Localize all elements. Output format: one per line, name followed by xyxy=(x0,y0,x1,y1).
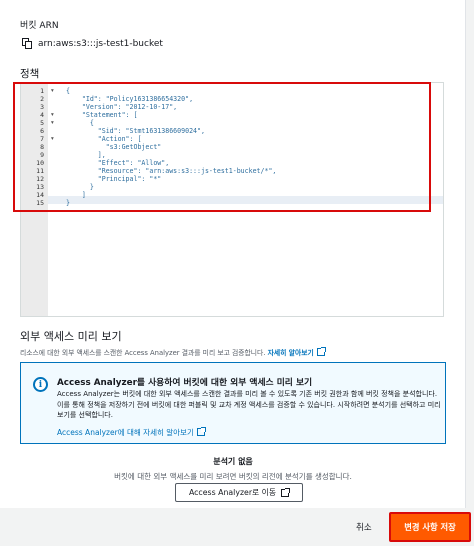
info-title: Access Analyzer를 사용하여 버킷에 대한 외부 액세스 미리 보… xyxy=(57,378,313,388)
code-line[interactable]: { xyxy=(66,87,70,95)
info-learn-more[interactable]: Access Analyzer에 대해 자세히 알아보기 xyxy=(57,427,206,438)
line-number: 8 xyxy=(40,143,44,151)
code-line[interactable]: ], xyxy=(66,151,106,159)
bucket-policy-panel: 버킷 ARN arn:aws:s3:::js-test1-bucket 정책 1… xyxy=(0,0,466,508)
save-changes-button[interactable]: 변경 사항 저장 xyxy=(389,512,471,542)
line-number: 2 xyxy=(40,95,44,103)
access-analyzer-info-box: i Access Analyzer를 사용하여 버킷에 대한 외부 액세스 미리… xyxy=(20,362,446,444)
code-line[interactable]: } xyxy=(66,199,70,207)
fold-toggle-icon[interactable]: ▾ xyxy=(51,88,54,94)
no-analyzer-title: 분석기 없음 xyxy=(213,457,253,466)
external-link-icon xyxy=(316,347,326,356)
go-to-access-analyzer-label: Access Analyzer로 이동 xyxy=(188,488,277,497)
code-line[interactable]: "Action": [ xyxy=(66,135,142,143)
external-link-icon xyxy=(281,487,291,497)
policy-title: 정책 xyxy=(20,68,40,80)
line-number: 7 xyxy=(40,135,44,143)
line-number: 6 xyxy=(40,127,44,135)
code-line[interactable]: "Effect": "Allow", xyxy=(66,159,169,167)
line-number: 9 xyxy=(40,151,44,159)
info-body: Access Analyzer는 버킷에 대한 외부 액세스를 스캔한 결과를 … xyxy=(57,390,441,419)
code-line[interactable]: "s3:GetObject" xyxy=(66,143,162,151)
copy-icon[interactable] xyxy=(22,38,32,49)
line-number: 15 xyxy=(36,199,44,207)
policy-editor[interactable]: 1 2 3 4 5 6 7 8 9 10 11 12 13 14 15 { "Id": "Policy163… xyxy=(20,82,444,317)
no-analyzer-description: 버킷에 대한 외부 액세스를 미리 보려면 버킷의 리전에 분석기를 생성합니다… xyxy=(114,472,352,481)
go-to-access-analyzer-button[interactable]: Access Analyzer로 이동 xyxy=(175,483,303,502)
bucket-arn-row: arn:aws:s3:::js-test1-bucket xyxy=(22,38,163,49)
code-line[interactable]: "Version": "2012-10-17", xyxy=(66,103,177,111)
code-line[interactable]: } xyxy=(66,183,94,191)
line-number: 5 xyxy=(40,119,44,127)
bucket-arn-label: 버킷 ARN xyxy=(20,21,59,31)
line-number: 1 xyxy=(40,87,44,95)
bucket-arn-value: arn:aws:s3:::js-test1-bucket xyxy=(38,38,163,49)
cancel-button[interactable]: 취소 xyxy=(356,521,372,533)
code-line[interactable]: { xyxy=(66,119,94,127)
line-number: 3 xyxy=(40,103,44,111)
editor-active-line xyxy=(48,196,443,204)
info-learn-more-link[interactable]: Access Analyzer에 대해 자세히 알아보기 xyxy=(57,428,194,437)
code-line[interactable]: "Statement": [ xyxy=(66,111,138,119)
line-number: 13 xyxy=(36,183,44,191)
line-number: 4 xyxy=(40,111,44,119)
line-number: 14 xyxy=(36,191,44,199)
external-access-preview-description: 리소스에 대한 외부 액세스를 스캔한 Access Analyzer 결과를 … xyxy=(20,347,326,357)
fold-toggle-icon[interactable]: ▾ xyxy=(51,112,54,118)
code-line[interactable]: ] xyxy=(66,191,86,199)
info-icon: i xyxy=(33,377,48,392)
preview-description-text: 리소스에 대한 외부 액세스를 스캔한 Access Analyzer 결과를 … xyxy=(20,349,266,357)
editor-gutter: 1 2 3 4 5 6 7 8 9 10 11 12 13 14 15 xyxy=(21,83,48,316)
external-link-icon xyxy=(196,427,206,436)
code-line[interactable]: "Principal": "*" xyxy=(66,175,162,183)
external-access-preview-title: 외부 액세스 미리 보기 xyxy=(20,330,122,343)
code-line[interactable]: "Resource": "arn:aws:s3:::js-test1-bucke… xyxy=(66,167,277,175)
code-line[interactable]: "Sid": "Stmt1631386609024", xyxy=(66,127,205,135)
line-number: 11 xyxy=(36,167,44,175)
code-line[interactable]: "Id": "Policy1631386654320", xyxy=(66,95,193,103)
fold-toggle-icon[interactable]: ▾ xyxy=(51,120,54,126)
line-number: 12 xyxy=(36,175,44,183)
line-number: 10 xyxy=(36,159,44,167)
fold-toggle-icon[interactable]: ▾ xyxy=(51,136,54,142)
learn-more-link[interactable]: 자세히 알아보기 xyxy=(268,349,314,357)
